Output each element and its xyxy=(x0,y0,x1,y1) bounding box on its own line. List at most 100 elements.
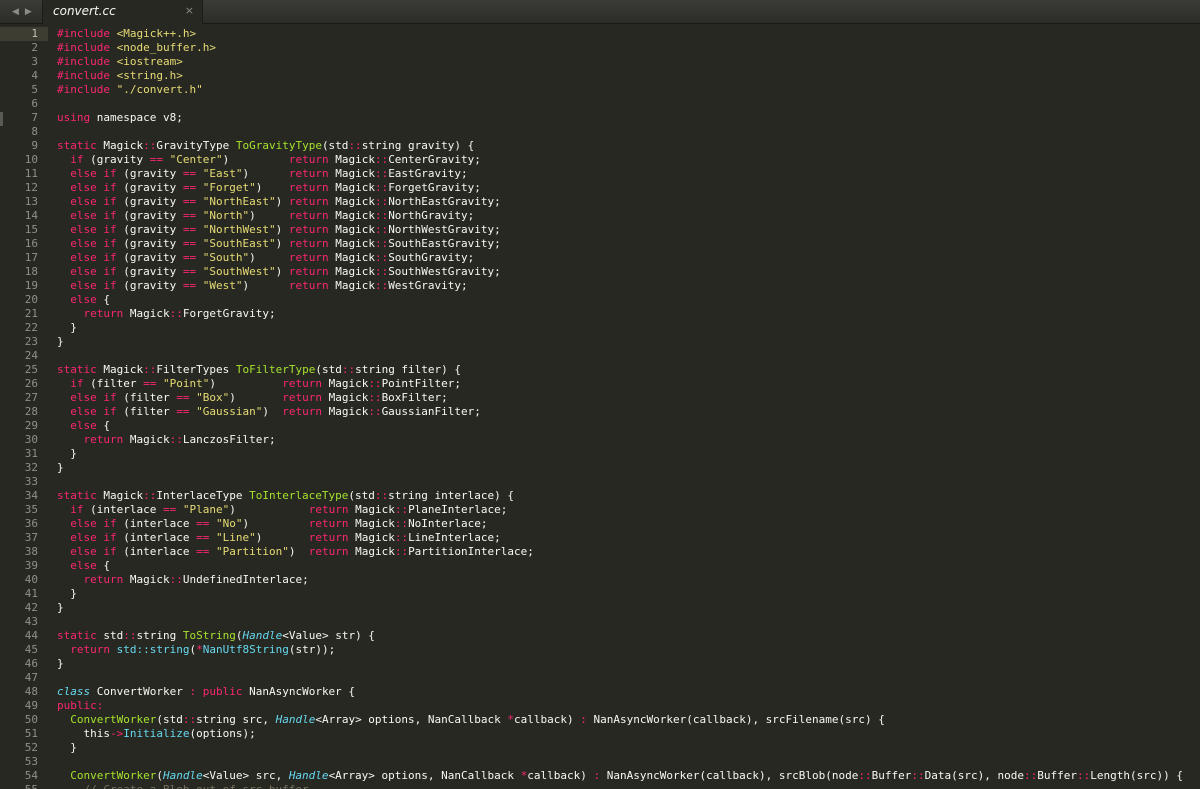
code-line[interactable]: 27 else if (filter == "Box") return Magi… xyxy=(0,391,1200,405)
code-line[interactable]: 9 static Magick::GravityType ToGravityTyp… xyxy=(0,139,1200,153)
code-line[interactable]: 16 else if (gravity == "SouthEast") retu… xyxy=(0,237,1200,251)
code-line[interactable]: 46} xyxy=(0,657,1200,671)
code-line[interactable]: 35 if (interlace == "Plane") return Magi… xyxy=(0,503,1200,517)
code-line[interactable]: 54 ConvertWorker(Handle<Value> src, Hand… xyxy=(0,769,1200,783)
code-line[interactable]: 49 public: xyxy=(0,699,1200,713)
text-token: NorthEastGravity; xyxy=(388,195,501,208)
code-line[interactable]: 20 else { xyxy=(0,293,1200,307)
keyword-token: :: xyxy=(143,489,157,502)
code-line[interactable]: 7 using namespace v8; xyxy=(0,111,1200,125)
close-icon[interactable]: × xyxy=(185,4,194,17)
keyword-token: else if xyxy=(70,545,117,558)
keyword-token: :: xyxy=(374,195,389,208)
back-arrow-icon[interactable]: ◀ xyxy=(12,7,19,17)
tab-convert-cc[interactable]: convert.cc × xyxy=(42,0,203,24)
code-line[interactable]: 39 else { xyxy=(0,559,1200,573)
code-line[interactable]: 22 } xyxy=(0,321,1200,335)
code-line[interactable]: 6 xyxy=(0,97,1200,111)
keyword-token: :: xyxy=(394,545,409,558)
code-line[interactable]: 25 static Magick::FilterTypes ToFilterTyp… xyxy=(0,363,1200,377)
code-line[interactable]: 41 } xyxy=(0,587,1200,601)
code-line[interactable]: 23} xyxy=(0,335,1200,349)
text-token: <Array> options, NanCallback xyxy=(328,769,521,782)
line-number: 53 xyxy=(24,755,38,768)
text-token: { xyxy=(96,419,110,432)
text-token: NanAsyncWorker(callback), srcBlob(node xyxy=(600,769,859,782)
keyword-token: :: xyxy=(374,153,389,166)
code-area[interactable]: 1 #include <Magick++.h> 2 #include <node_bu… xyxy=(0,27,1200,789)
code-line[interactable]: 32} xyxy=(0,461,1200,475)
text-token: EastGravity; xyxy=(388,167,468,180)
code-line[interactable]: 34 static Magick::InterlaceType ToInterla… xyxy=(0,489,1200,503)
code-line[interactable]: 45 return std::string(*NanUtf8String(str… xyxy=(0,643,1200,657)
code-line[interactable]: 4 #include <string.h> xyxy=(0,69,1200,83)
code-line[interactable]: 17 else if (gravity == "South") return M… xyxy=(0,251,1200,265)
text-token: (gravity xyxy=(116,223,183,236)
text-token: } xyxy=(57,321,77,334)
code-line[interactable]: 30 return Magick::LanczosFilter; xyxy=(0,433,1200,447)
line-number: 26 xyxy=(24,377,38,390)
code-line[interactable]: 53 xyxy=(0,755,1200,769)
text-token: ForgetGravity; xyxy=(182,307,276,320)
code-line[interactable]: 18 else if (gravity == "SouthWest") retu… xyxy=(0,265,1200,279)
text-token: <Value> src, xyxy=(202,769,289,782)
line-number: 17 xyxy=(24,251,38,264)
code-line[interactable]: 31 } xyxy=(0,447,1200,461)
code-line[interactable]: 52 } xyxy=(0,741,1200,755)
type-token: Handle xyxy=(162,769,203,782)
code-line[interactable]: 21 return Magick::ForgetGravity; xyxy=(0,307,1200,321)
code-line[interactable]: 33 xyxy=(0,475,1200,489)
code-line[interactable]: 10 if (gravity == "Center") return Magic… xyxy=(0,153,1200,167)
code-line[interactable]: 28 else if (filter == "Gaussian") return… xyxy=(0,405,1200,419)
code-line[interactable]: 38 else if (interlace == "Partition") re… xyxy=(0,545,1200,559)
code-line[interactable]: 2 #include <node_buffer.h> xyxy=(0,41,1200,55)
text-token: (options); xyxy=(189,727,256,740)
code-line[interactable]: 55 // Create a Blob out of src buffer xyxy=(0,783,1200,789)
code-line[interactable]: 13 else if (gravity == "NorthEast") retu… xyxy=(0,195,1200,209)
code-line[interactable]: 48 class ConvertWorker : public NanAsyncW… xyxy=(0,685,1200,699)
code-line[interactable]: 51 this->Initialize(options); xyxy=(0,727,1200,741)
line-number: 25 xyxy=(24,363,38,376)
line-number: 10 xyxy=(24,153,38,166)
text-token: Magick xyxy=(328,167,375,180)
code-line[interactable]: 19 else if (gravity == "West") return Ma… xyxy=(0,279,1200,293)
code-line[interactable]: 1 #include <Magick++.h> xyxy=(0,27,1200,41)
forward-arrow-icon[interactable]: ▶ xyxy=(25,7,32,17)
line-text: ConvertWorker(std::string src, Handle<Ar… xyxy=(57,713,885,727)
code-line[interactable]: 50 ConvertWorker(std::string src, Handle… xyxy=(0,713,1200,727)
text-token: Buffer xyxy=(871,769,912,782)
code-line[interactable]: 40 return Magick::UndefinedInterlace; xyxy=(0,573,1200,587)
keyword-token: static xyxy=(57,629,97,642)
text-token: LineInterlace; xyxy=(408,531,501,544)
code-line[interactable]: 24 xyxy=(0,349,1200,363)
string-token: "SouthEast" xyxy=(202,237,276,250)
text-token: Magick xyxy=(321,391,369,404)
code-line[interactable]: 26 if (filter == "Point") return Magick:… xyxy=(0,377,1200,391)
code-line[interactable]: 5 #include "./convert.h" xyxy=(0,83,1200,97)
keyword-token: :: xyxy=(858,769,872,782)
line-text: // Create a Blob out of src buffer xyxy=(57,783,309,789)
code-line[interactable]: 36 else if (interlace == "No") return Ma… xyxy=(0,517,1200,531)
text-token: NanAsyncWorker(callback), srcFilename(sr… xyxy=(586,713,885,726)
code-line[interactable]: 44 static std::string ToString(Handle<Val… xyxy=(0,629,1200,643)
line-number: 11 xyxy=(24,167,38,180)
code-line[interactable]: 43 xyxy=(0,615,1200,629)
code-line[interactable]: 47 xyxy=(0,671,1200,685)
line-text: return Magick::UndefinedInterlace; xyxy=(57,573,309,587)
code-line[interactable]: 37 else if (interlace == "Line") return … xyxy=(0,531,1200,545)
code-line[interactable]: 42} xyxy=(0,601,1200,615)
code-line[interactable]: 3 #include <iostream> xyxy=(0,55,1200,69)
code-line[interactable]: 15 else if (gravity == "NorthWest") retu… xyxy=(0,223,1200,237)
code-line[interactable]: 8 xyxy=(0,125,1200,139)
keyword-token: else xyxy=(70,419,97,432)
code-line[interactable]: 14 else if (gravity == "North") return M… xyxy=(0,209,1200,223)
code-line[interactable]: 11 else if (gravity == "East") return Ma… xyxy=(0,167,1200,181)
code-line[interactable]: 12 else if (gravity == "Forget") return … xyxy=(0,181,1200,195)
code-line[interactable]: 29 else { xyxy=(0,419,1200,433)
